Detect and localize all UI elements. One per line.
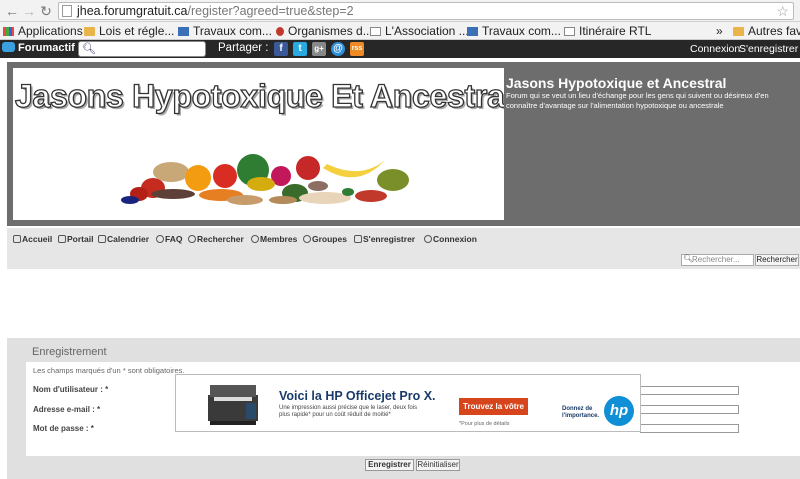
chat-bubble-icon — [2, 42, 15, 52]
forumactif-toolbar: Forumactif 🔍︎ Partager : f t g+ @ rss Co… — [0, 40, 800, 58]
ad-body-text: Une impression aussi précise que le lase… — [279, 405, 418, 418]
forum-search-button[interactable]: Rechercher — [755, 254, 799, 266]
forum-search-input[interactable]: 🔍︎ Rechercher... — [681, 254, 754, 266]
password-field[interactable] — [640, 424, 739, 433]
nav-item-faq[interactable]: FAQ — [156, 234, 182, 244]
reset-button[interactable]: Réinitialiser — [416, 459, 460, 471]
ad-tagline: Donnez de l'importance. — [562, 406, 600, 419]
portal-icon — [58, 235, 66, 243]
bookmark-item[interactable]: Applications — [3, 24, 83, 38]
nav-item-accueil[interactable]: Accueil — [13, 234, 52, 244]
nav-item-rechercher[interactable]: Rechercher — [188, 234, 244, 244]
email-label: Adresse e-mail : * — [33, 405, 101, 414]
page-icon — [564, 27, 575, 36]
toolbar-register-link[interactable]: S'enregistrer — [739, 43, 798, 55]
register-check-icon — [354, 235, 362, 243]
bookmark-item[interactable]: Travaux com... — [178, 24, 272, 38]
nav-item-portail[interactable]: Portail — [58, 234, 93, 244]
ad-footnote: *Pour plus de détails — [459, 421, 510, 427]
power-icon — [424, 235, 432, 243]
members-icon — [251, 235, 259, 243]
bookmarks-bar: Applications Lois et régle... Travaux co… — [0, 22, 800, 40]
hp-logo: hp — [604, 396, 634, 426]
google-plus-icon[interactable]: g+ — [312, 42, 326, 56]
faq-icon — [156, 235, 164, 243]
forumactif-logo[interactable]: Forumactif — [2, 42, 75, 54]
reload-icon[interactable]: ↻ — [38, 3, 54, 19]
search-icon: 🔍︎ — [683, 254, 694, 263]
bookmark-item[interactable]: Lois et régle... — [84, 24, 174, 38]
blue-square-icon — [467, 27, 478, 36]
site-description: Forum qui se veut un lieu d'échange pour… — [506, 91, 769, 110]
red-pin-icon — [276, 27, 284, 36]
site-title[interactable]: Jasons Hypotoxique et Ancestral — [506, 75, 726, 91]
printer-image — [208, 385, 258, 425]
folder-icon — [733, 27, 744, 36]
required-note: Les champs marqués d'un * sont obligatoi… — [33, 366, 185, 375]
hp-advertisement[interactable]: Voici la HP Officejet Pro X. Une impress… — [175, 374, 641, 432]
forward-arrow-icon[interactable]: → — [21, 3, 37, 19]
twitter-icon[interactable]: t — [293, 42, 307, 56]
url-text: jhea.forumgratuit.ca/register?agreed=tru… — [77, 4, 354, 18]
toolbar-login-link[interactable]: Connexion — [690, 43, 740, 55]
blue-square-icon — [178, 27, 189, 36]
email-field[interactable] — [640, 405, 739, 414]
bookmark-item[interactable]: Itinéraire RTL — [564, 24, 651, 38]
bookmark-item[interactable]: Autres favo — [733, 24, 800, 38]
bookmark-item[interactable]: L'Association ... — [370, 24, 469, 38]
rss-icon[interactable]: rss — [350, 42, 364, 56]
username-label: Nom d'utilisateur : * — [33, 385, 109, 394]
registration-title: Enregistrement — [32, 346, 107, 358]
groups-icon — [303, 235, 311, 243]
page-icon — [62, 5, 72, 17]
bookmark-item[interactable]: Organismes d... — [276, 24, 373, 38]
ad-headline: Voici la HP Officejet Pro X. — [279, 389, 436, 403]
nav-item-calendrier[interactable]: Calendrier — [98, 234, 149, 244]
bookmark-star-icon[interactable]: ☆ — [776, 3, 789, 20]
nav-item-groupes[interactable]: Groupes — [303, 234, 347, 244]
password-label: Mot de passe : * — [33, 424, 94, 433]
share-label: Partager : — [218, 42, 269, 54]
email-icon[interactable]: @ — [331, 42, 345, 56]
toolbar-search-input[interactable]: 🔍︎ — [78, 41, 206, 57]
forum-banner[interactable]: Jasons Hypotoxique Et Ancestral — [13, 68, 504, 220]
home-icon — [13, 235, 21, 243]
ad-cta-button[interactable]: Trouvez la vôtre — [459, 398, 528, 415]
bookmark-item[interactable]: Travaux com... — [467, 24, 561, 38]
nav-item-connexion[interactable]: Connexion — [424, 234, 477, 244]
nav-item-membres[interactable]: Membres — [251, 234, 297, 244]
search-icon: 🔍︎ — [82, 43, 96, 55]
browser-address-bar: ← → ↻ jhea.forumgratuit.ca/register?agre… — [0, 0, 800, 22]
apps-grid-icon — [3, 27, 14, 36]
nav-item-register[interactable]: S'enregistrer — [354, 234, 415, 244]
url-field[interactable]: jhea.forumgratuit.ca/register?agreed=tru… — [58, 2, 794, 20]
username-field[interactable] — [640, 386, 739, 395]
page-icon — [370, 27, 381, 36]
folder-icon — [84, 27, 95, 36]
submit-button[interactable]: Enregistrer — [365, 459, 414, 471]
calendar-icon — [98, 235, 106, 243]
facebook-icon[interactable]: f — [274, 42, 288, 56]
bookmarks-overflow[interactable]: » — [716, 24, 723, 38]
food-illustration — [121, 154, 409, 205]
search-icon — [188, 235, 196, 243]
back-arrow-icon[interactable]: ← — [4, 3, 20, 19]
